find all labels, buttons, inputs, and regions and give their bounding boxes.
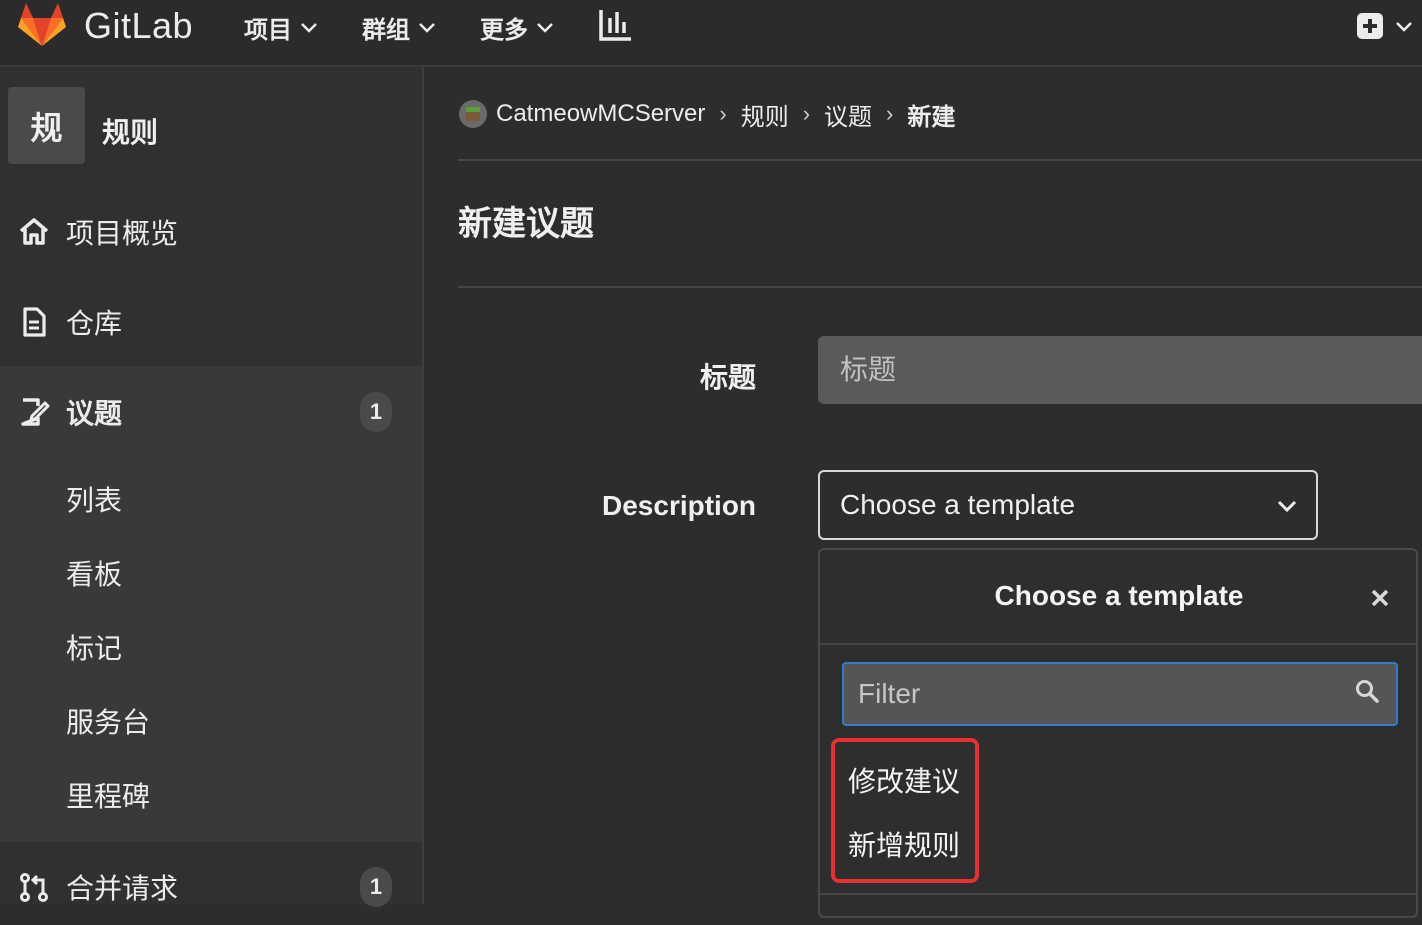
merge-requests-count-badge: 1 (360, 867, 392, 907)
sidebar-subitem-milestones[interactable]: 里程碑 (66, 775, 150, 815)
document-icon (23, 307, 46, 337)
issues-icon (21, 398, 50, 426)
chevron-down-icon (301, 22, 317, 33)
template-filter-input[interactable] (842, 662, 1398, 726)
sidebar-item-label: 项目概览 (66, 218, 179, 249)
sidebar-subitem-service-desk[interactable]: 服务台 (66, 701, 150, 741)
sidebar-item-merge-requests[interactable]: 合并请求 1 (0, 849, 424, 925)
divider (458, 159, 1422, 161)
page-title: 新建议题 (458, 205, 594, 243)
sidebar-subitem-list[interactable]: 列表 (66, 479, 122, 519)
project-group-avatar[interactable] (458, 99, 488, 129)
description-field-label: Description (602, 490, 757, 521)
template-select-dropdown[interactable]: Choose a template (818, 470, 1318, 540)
home-icon (19, 218, 49, 245)
sidebar-item-issues[interactable]: 议题 1 (0, 374, 424, 450)
sidebar-item-label: 合并请求 (66, 873, 179, 904)
chevron-down-icon[interactable] (1394, 20, 1414, 34)
project-avatar[interactable]: 规 (8, 87, 85, 164)
nav-groups-label: 群组 (362, 17, 410, 44)
issue-title-input[interactable] (818, 336, 1422, 404)
merge-request-icon (20, 873, 48, 902)
plus-square-icon[interactable] (1356, 12, 1384, 40)
breadcrumb-item[interactable]: CatmeowMCServer (496, 100, 705, 128)
close-icon[interactable] (1370, 588, 1390, 608)
highlight-annotation-box (831, 738, 979, 883)
chevron-down-icon (537, 22, 553, 33)
chevron-down-icon (1277, 500, 1297, 513)
divider (820, 643, 1418, 645)
sidebar-item-project-overview[interactable]: 项目概览 (0, 194, 424, 270)
breadcrumb: CatmeowMCServer › 规则 › 议题 › 新建 (458, 96, 955, 132)
divider (820, 893, 1418, 895)
nav-projects-label: 项目 (244, 17, 292, 44)
sidebar-item-label: 议题 (66, 398, 123, 429)
breadcrumb-item[interactable]: 议题 (824, 97, 872, 132)
divider (458, 286, 1422, 288)
activity-chart-icon[interactable] (598, 8, 634, 42)
dropdown-header: Choose a template (994, 580, 1244, 611)
nav-groups-menu[interactable]: 群组 (362, 10, 436, 45)
title-field-label: 标题 (700, 362, 757, 393)
chevron-down-icon (419, 22, 435, 33)
issues-count-badge: 1 (360, 392, 392, 432)
sidebar-item-label: 仓库 (66, 308, 123, 339)
template-select-value: Choose a template (840, 489, 1076, 520)
gitlab-logo-icon[interactable] (18, 2, 66, 48)
project-name[interactable]: 规则 (102, 111, 158, 151)
chevron-right-icon: › (719, 101, 727, 126)
chevron-right-icon: › (802, 101, 811, 126)
breadcrumb-item[interactable]: 规则 (741, 97, 789, 132)
search-icon (1356, 680, 1379, 703)
top-navbar: GitLab 项目 群组 更多 (0, 0, 1422, 67)
brand-name[interactable]: GitLab (84, 5, 193, 47)
breadcrumb-current[interactable]: 新建 (907, 97, 955, 132)
nav-projects-menu[interactable]: 项目 (244, 10, 318, 45)
sidebar-subitem-boards[interactable]: 看板 (66, 553, 122, 593)
sidebar-item-repository[interactable]: 仓库 (0, 284, 424, 360)
nav-more-menu[interactable]: 更多 (480, 10, 554, 45)
project-sidebar: 规 规则 项目概览 仓库 议题 1 列表 看板 标记 服务台 里程碑 合并请求 … (0, 67, 424, 907)
nav-more-label: 更多 (480, 17, 528, 44)
sidebar-subitem-labels[interactable]: 标记 (66, 627, 122, 667)
chevron-right-icon: › (886, 101, 894, 126)
